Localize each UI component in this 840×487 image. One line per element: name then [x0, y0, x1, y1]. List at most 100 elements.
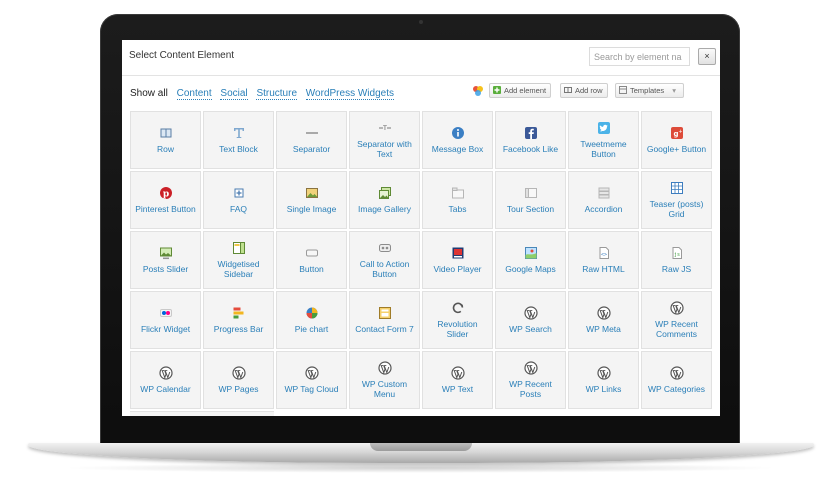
element-separator-with-text[interactable]: T Separator with Text [349, 111, 420, 169]
dropdown-caret-icon: ▾ [672, 86, 677, 95]
element-message-box[interactable]: Message Box [422, 111, 493, 169]
element-label: WP Search [509, 324, 552, 334]
element-image-gallery[interactable]: Image Gallery [349, 171, 420, 229]
text-block-icon [233, 128, 244, 138]
element-pie-chart[interactable]: Pie chart [276, 291, 347, 349]
wordpress-icon [596, 366, 611, 380]
element-teaser-posts-grid[interactable]: Teaser (posts) Grid [641, 171, 712, 229]
element-label: Google Maps [505, 264, 556, 274]
element-separator[interactable]: Separator [276, 111, 347, 169]
element-wp-text[interactable]: WP Text [422, 351, 493, 409]
element-label: Text Block [219, 144, 258, 154]
element-label: WP Text [441, 384, 474, 394]
element-label: WP Custom Menu [361, 379, 408, 399]
element-label: Google+ Button [646, 144, 707, 154]
facebook-icon [524, 127, 537, 139]
filter-tabs: Show all Content Social Structure WordPr… [130, 88, 400, 102]
filter-wordpress-widgets[interactable]: WordPress Widgets [305, 88, 394, 100]
element-wp-meta[interactable]: WP Meta [568, 291, 639, 349]
pie-chart-icon [306, 307, 317, 319]
element-wp-calendar[interactable]: WP Calendar [130, 351, 201, 409]
filter-show-all[interactable]: Show all [130, 88, 168, 99]
element-label: FAQ [229, 204, 247, 214]
element-label: Contact Form 7 [355, 324, 414, 334]
element-wp-links[interactable]: WP Links [568, 351, 639, 409]
element-wp-tag-cloud[interactable]: WP Tag Cloud [276, 351, 347, 409]
element-button[interactable]: Button [276, 231, 347, 289]
tour-icon [524, 188, 537, 198]
element-label: WP Recent Posts [509, 379, 552, 399]
element-label: WP Pages [218, 384, 259, 394]
element-tweetmeme-button[interactable]: Tweetmeme Button [568, 111, 639, 169]
element-facebook-like[interactable]: Facebook Like [495, 111, 566, 169]
progress-bar-icon [233, 307, 243, 319]
google-plus-icon: g + [670, 127, 683, 139]
laptop-shadow [60, 463, 780, 473]
filter-social[interactable]: Social [220, 88, 248, 100]
element-accordion[interactable]: Accordion [568, 171, 639, 229]
faq-icon [234, 188, 243, 198]
element-wp-custom-menu[interactable]: WP Custom Menu [349, 351, 420, 409]
element-wp-search[interactable]: WP Search [495, 291, 566, 349]
add-element-button[interactable]: Add element [489, 83, 552, 98]
contact-form-icon [378, 307, 391, 319]
element-google-button[interactable]: g + Google+ Button [641, 111, 712, 169]
element-label: Pie chart [294, 324, 329, 334]
element-faq[interactable]: FAQ [203, 171, 274, 229]
filter-structure[interactable]: Structure [256, 88, 298, 100]
wordpress-icon [450, 366, 465, 380]
revolution-slider-icon [452, 302, 463, 314]
info-icon [451, 127, 464, 139]
element-row[interactable]: Row [130, 111, 201, 169]
element-tabs[interactable]: Tabs [422, 171, 493, 229]
element-grid: Row Text Block Separator T Separator with Te… [130, 111, 712, 409]
templates-button[interactable]: Templates ▾ [615, 83, 684, 98]
element-wp-categories[interactable]: WP Categories [641, 351, 712, 409]
map-icon [524, 247, 537, 259]
wordpress-icon [158, 366, 173, 380]
element-progress-bar[interactable]: Progress Bar [203, 291, 274, 349]
svg-text:T: T [382, 125, 387, 132]
element-posts-slider[interactable]: Posts Slider [130, 231, 201, 289]
element-revolution-slider[interactable]: Revolution Slider [422, 291, 493, 349]
close-button[interactable]: × [698, 48, 716, 65]
cta-icon [378, 244, 391, 252]
add-row-button[interactable]: Add row [560, 83, 608, 98]
video-icon [452, 247, 463, 259]
add-element-label: Add element [504, 86, 547, 95]
element-call-to-action-button[interactable]: Call to Action Button [349, 231, 420, 289]
dialog: Select Content Element × Show all Conten… [122, 40, 720, 416]
element-text-block[interactable]: Text Block [203, 111, 274, 169]
element-tour-section[interactable]: Tour Section [495, 171, 566, 229]
element-single-image[interactable]: Single Image [276, 171, 347, 229]
svg-text:p: p [162, 190, 168, 200]
element-label: Pinterest Button [135, 204, 196, 214]
filter-content[interactable]: Content [176, 88, 212, 100]
element-wp-recent-comments[interactable]: WP Recent Comments [641, 291, 712, 349]
element-raw-js[interactable]: js Raw JS [641, 231, 712, 289]
color-scheme-icon[interactable] [472, 85, 484, 97]
laptop-notch [370, 443, 472, 451]
dialog-title: Select Content Element [129, 50, 235, 61]
wordpress-icon [377, 361, 392, 375]
wordpress-icon [523, 361, 538, 375]
element-contact-form-7[interactable]: Contact Form 7 [349, 291, 420, 349]
element-wp-recent-posts[interactable]: WP Recent Posts [495, 351, 566, 409]
search-input[interactable] [589, 47, 690, 66]
element-pinterest-button[interactable]: p Pinterest Button [130, 171, 201, 229]
element-label: WP Calendar [140, 384, 191, 394]
element-video-player[interactable]: Video Player [422, 231, 493, 289]
plus-icon [493, 86, 501, 94]
element-raw-html[interactable]: <> Raw HTML [568, 231, 639, 289]
element-flickr-widget[interactable]: Flickr Widget [130, 291, 201, 349]
templates-label: Templates [630, 86, 665, 95]
element-label: WP Recent Comments [655, 319, 698, 339]
row-icon [160, 128, 171, 138]
gallery-icon [378, 187, 391, 199]
element-label: Separator with Text [357, 139, 412, 159]
element-widgetised-sidebar[interactable]: Widgetised Sidebar [203, 231, 274, 289]
element-label: Image Gallery [358, 204, 411, 214]
element-google-maps[interactable]: Google Maps [495, 231, 566, 289]
element-label: Row [156, 144, 174, 154]
element-wp-pages[interactable]: WP Pages [203, 351, 274, 409]
